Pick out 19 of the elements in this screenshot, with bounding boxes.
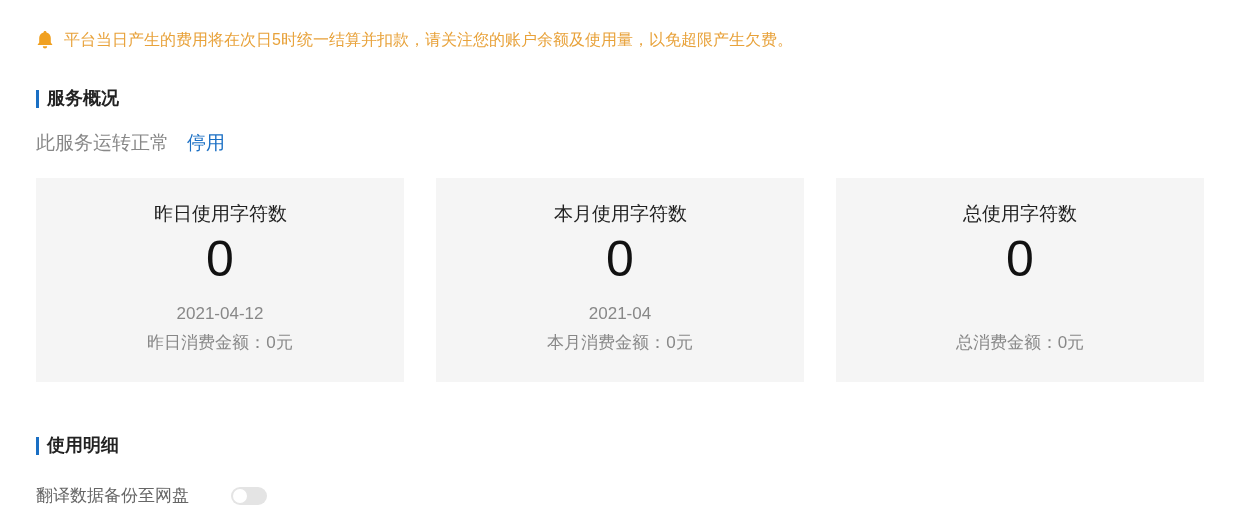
section-heading: 服务概况: [47, 87, 119, 110]
card-title: 本月使用字符数: [553, 202, 687, 226]
disable-link[interactable]: 停用: [187, 128, 225, 158]
section-heading: 使用明细: [47, 434, 119, 457]
backup-toggle[interactable]: [231, 486, 267, 505]
card-amount: 昨日消费金额：0元: [147, 332, 293, 354]
card-date: 2021-04-12: [176, 303, 264, 326]
card-title: 昨日使用字符数: [153, 202, 287, 226]
notice-text: 平台当日产生的费用将在次日5时统一结算并扣款，请关注您的账户余额及使用量，以免超限产生欠费。: [64, 30, 793, 50]
service-status: 此服务运转正常: [36, 130, 169, 155]
card-value: 0: [1006, 230, 1034, 288]
card-value: 0: [606, 230, 634, 288]
card-date: 2021-04: [588, 303, 652, 326]
backup-label: 翻译数据备份至网盘: [36, 485, 189, 507]
card-amount: 总消费金额：0元: [955, 332, 1085, 354]
card-title: 总使用字符数: [963, 202, 1077, 226]
card-value: 0: [206, 230, 234, 288]
bell-icon: [36, 30, 54, 50]
card-amount: 本月消费金额：0元: [547, 332, 693, 354]
